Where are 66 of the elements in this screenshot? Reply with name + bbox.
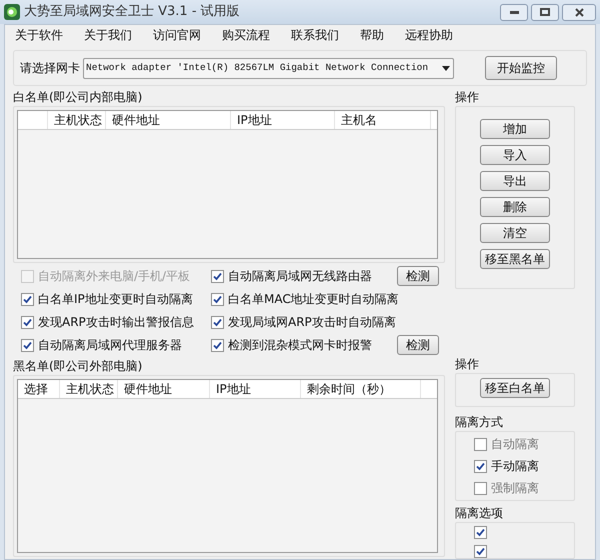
action-button[interactable]: 删除 <box>480 197 550 217</box>
action-button[interactable]: 移至黑名单 <box>480 249 550 269</box>
isolation-mode-title: 隔离方式 <box>455 414 504 431</box>
checkbox[interactable] <box>211 338 224 352</box>
column-header[interactable]: IP地址 <box>231 111 335 129</box>
dropdown-arrow-icon <box>442 66 450 70</box>
menu-item[interactable]: 帮助 <box>360 26 384 44</box>
menu-item[interactable]: 购买流程 <box>222 26 270 44</box>
column-header[interactable]: 硬件地址 <box>118 380 210 398</box>
whitelist-title: 白名单(即公司内部电脑) <box>13 89 144 106</box>
column-header[interactable]: IP地址 <box>210 380 301 398</box>
menu-item[interactable]: 关于我们 <box>84 26 132 44</box>
menu-item[interactable]: 远程协助 <box>405 26 453 44</box>
close-button[interactable] <box>562 4 596 20</box>
option-label: 自动隔离外来电脑/手机/平板 <box>38 268 190 285</box>
checkbox[interactable] <box>211 292 224 306</box>
close-icon <box>574 8 584 16</box>
column-header[interactable]: 主机名 <box>335 111 431 129</box>
column-header[interactable]: 剩余时间（秒） <box>301 380 421 398</box>
checkbox[interactable] <box>211 316 224 328</box>
maximize-icon <box>540 8 550 16</box>
action-button[interactable]: 清空 <box>480 223 550 243</box>
actions-title: 操作 <box>455 356 480 373</box>
action-button[interactable]: 移至白名单 <box>480 378 550 398</box>
option-label: 强制隔离 <box>491 480 539 497</box>
option-label: 发现局域网ARP攻击时自动隔离 <box>228 314 396 331</box>
option-label: 手动隔离 <box>491 458 539 475</box>
column-header[interactable]: 主机状态 <box>48 111 106 129</box>
checkbox[interactable] <box>474 460 487 472</box>
isolation-options-title: 隔离选项 <box>455 505 504 522</box>
column-header[interactable]: 选择 <box>18 380 60 398</box>
action-button[interactable]: 导出 <box>480 171 550 191</box>
app-icon <box>4 4 20 20</box>
option-label: 白名单MAC地址变更时自动隔离 <box>228 291 399 308</box>
checkbox[interactable] <box>474 438 487 450</box>
adapter-dropdown[interactable]: Network adapter 'Intel(R) 82567LM Gigabit Network Connection <box>83 58 454 78</box>
minimize-button[interactable] <box>500 4 528 20</box>
actions-title: 操作 <box>455 89 480 106</box>
action-button[interactable]: 导入 <box>480 145 550 165</box>
blacklist-title: 黑名单(即公司外部电脑) <box>13 358 144 375</box>
action-button[interactable]: 增加 <box>480 119 550 139</box>
menu-item[interactable]: 关于软件 <box>15 26 63 44</box>
checkbox[interactable] <box>21 338 34 352</box>
window-title: 大势至局域网安全卫士 V3.1 - 试用版 <box>24 3 240 22</box>
menu-item[interactable]: 访问官网 <box>153 26 201 44</box>
detect-button[interactable]: 检测 <box>397 266 439 286</box>
option-label: 发现ARP攻击时输出警报信息 <box>38 314 194 331</box>
option-label: 自动隔离 <box>491 436 539 453</box>
option-label: 自动隔离局域网代理服务器 <box>38 337 182 354</box>
maximize-button[interactable] <box>531 4 559 20</box>
option-label: 自动隔离局域网无线路由器 <box>228 268 372 285</box>
checkbox[interactable] <box>474 526 487 539</box>
checkbox[interactable] <box>21 316 34 328</box>
menu-item[interactable]: 联系我们 <box>291 26 339 44</box>
checkbox[interactable] <box>21 292 34 306</box>
adapter-label: 请选择网卡 <box>20 60 80 77</box>
checkbox[interactable] <box>474 545 487 558</box>
checkbox[interactable] <box>211 270 224 282</box>
option-label: 检测到混杂模式网卡时报警 <box>228 337 372 354</box>
minimize-icon <box>510 10 518 14</box>
option-label: 白名单IP地址变更时自动隔离 <box>38 291 193 308</box>
detect-button[interactable]: 检测 <box>397 335 439 355</box>
column-header[interactable]: 硬件地址 <box>106 111 231 129</box>
column-header[interactable]: 主机状态 <box>60 380 118 398</box>
start-monitoring-button[interactable]: 开始监控 <box>485 56 557 80</box>
checkbox[interactable] <box>474 482 487 494</box>
